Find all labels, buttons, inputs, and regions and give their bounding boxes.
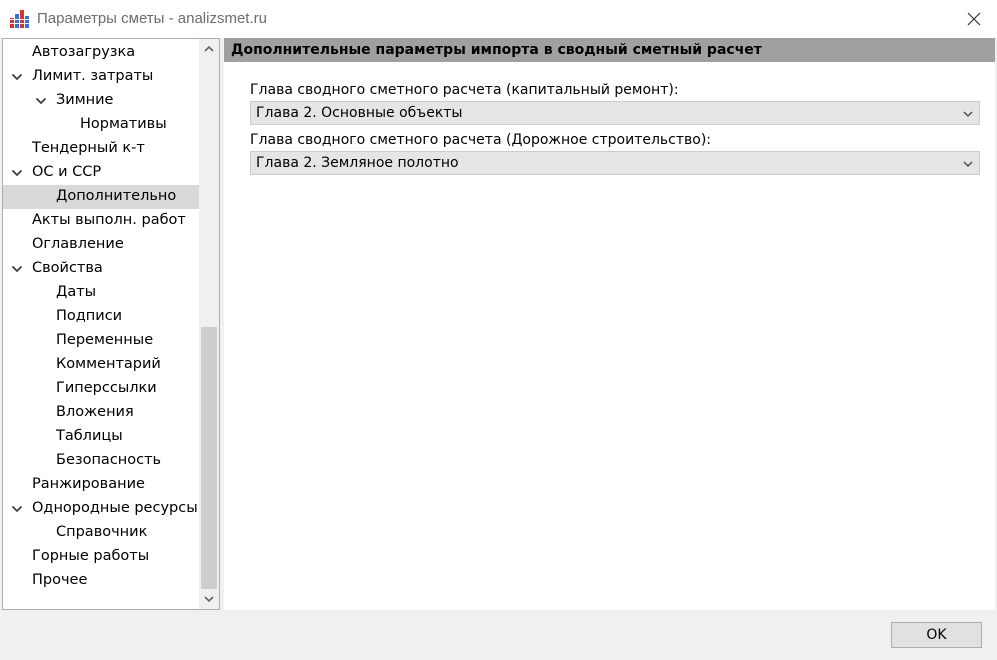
tree-item[interactable]: Прочее xyxy=(3,569,199,593)
tree-item[interactable]: Безопасность xyxy=(3,449,199,473)
tree-item[interactable]: Свойства xyxy=(3,257,199,281)
scroll-down-button[interactable] xyxy=(199,589,219,609)
road-construction-chapter-select[interactable]: Глава 2. Земляное полотно xyxy=(250,151,980,175)
tree-scrollbar[interactable] xyxy=(199,39,219,609)
tree-item[interactable]: Дополнительно xyxy=(3,185,199,209)
tree-item-label: Ранжирование xyxy=(32,476,145,492)
tree-item[interactable]: Однородные ресурсы xyxy=(3,497,199,521)
tree-item[interactable]: Нормативы xyxy=(3,113,199,137)
settings-tree[interactable]: Автозагрузка Лимит. затраты Зимние Норматив… xyxy=(2,38,220,610)
expand-chevron-icon[interactable] xyxy=(11,503,23,515)
expand-chevron-icon[interactable] xyxy=(11,263,23,275)
panel-header: Дополнительные параметры импорта в сводн… xyxy=(224,38,995,62)
tree-item-label: Однородные ресурсы xyxy=(32,500,198,516)
tree-item[interactable]: Даты xyxy=(3,281,199,305)
tree-item-label: Подписи xyxy=(56,308,123,324)
tree-item-label: Акты выполн. работ xyxy=(32,212,186,228)
tree-item[interactable]: Подписи xyxy=(3,305,199,329)
tree-item[interactable]: Тендерный к-т xyxy=(3,137,199,161)
scroll-up-button[interactable] xyxy=(199,39,219,59)
expand-chevron-icon[interactable] xyxy=(11,71,23,83)
close-button[interactable] xyxy=(951,0,997,38)
tree-item-label: Лимит. затраты xyxy=(32,68,154,84)
app-icon xyxy=(10,10,29,28)
tree-item-label: ОС и ССР xyxy=(32,164,102,180)
tree-item[interactable]: Оглавление xyxy=(3,233,199,257)
scroll-thumb[interactable] xyxy=(201,327,217,589)
tree-item-label: Переменные xyxy=(56,332,154,348)
tree-item-label: Безопасность xyxy=(56,452,162,468)
tree-item-label: Гиперссылки xyxy=(56,380,157,396)
tree-item[interactable]: Зимние xyxy=(3,89,199,113)
tree-item-label: Нормативы xyxy=(80,116,167,132)
tree-item[interactable]: Ранжирование xyxy=(3,473,199,497)
tree-item[interactable]: Переменные xyxy=(3,329,199,353)
tree-item-label: Автозагрузка xyxy=(32,44,136,60)
field-label-road-construction: Глава сводного сметного расчета (Дорожно… xyxy=(250,132,712,148)
tree-item[interactable]: Вложения xyxy=(3,401,199,425)
tree-item[interactable]: Справочник xyxy=(3,521,199,545)
tree-item[interactable]: Автозагрузка xyxy=(3,41,199,65)
tree-item-label: Тендерный к-т xyxy=(32,140,145,156)
tree-item-label: Справочник xyxy=(56,524,148,540)
chevron-up-icon xyxy=(204,45,214,52)
expand-chevron-icon[interactable] xyxy=(11,167,23,179)
tree-item-label: Зимние xyxy=(56,92,114,108)
settings-panel: Дополнительные параметры импорта в сводн… xyxy=(224,38,995,610)
tree-item-label: Оглавление xyxy=(32,236,124,252)
tree-item-label: Прочее xyxy=(32,572,88,588)
tree-item[interactable]: Акты выполн. работ xyxy=(3,209,199,233)
expand-chevron-icon[interactable] xyxy=(35,95,47,107)
tree-item[interactable]: Лимит. затраты xyxy=(3,65,199,89)
tree-item-label: Вложения xyxy=(56,404,134,420)
tree-item[interactable]: ОС и ССР xyxy=(3,161,199,185)
window-title: Параметры сметы - analizsmet.ru xyxy=(37,10,267,27)
tree-item[interactable]: Комментарий xyxy=(3,353,199,377)
tree-item-label: Таблицы xyxy=(56,428,123,444)
tree-item[interactable]: Гиперссылки xyxy=(3,377,199,401)
tree-item-label: Горные работы xyxy=(32,548,150,564)
tree-item-label: Комментарий xyxy=(56,356,161,372)
tree-item[interactable]: Таблицы xyxy=(3,425,199,449)
tree-item[interactable]: Горные работы xyxy=(3,545,199,569)
tree-item-label: Свойства xyxy=(32,260,103,276)
ok-button[interactable]: OK xyxy=(891,622,982,648)
selected-value: Глава 2. Основные объекты xyxy=(256,105,463,121)
tree-item-label: Дополнительно xyxy=(56,188,177,204)
capital-repair-chapter-select[interactable]: Глава 2. Основные объекты xyxy=(250,101,980,125)
title-bar: Параметры сметы - analizsmet.ru xyxy=(0,0,997,38)
chevron-down-icon xyxy=(963,111,973,117)
close-icon xyxy=(967,12,981,26)
chevron-down-icon xyxy=(963,161,973,167)
selected-value: Глава 2. Земляное полотно xyxy=(256,155,459,171)
tree-item-label: Даты xyxy=(56,284,97,300)
field-label-capital-repair: Глава сводного сметного расчета (капитал… xyxy=(250,82,679,98)
chevron-down-icon xyxy=(204,596,214,603)
